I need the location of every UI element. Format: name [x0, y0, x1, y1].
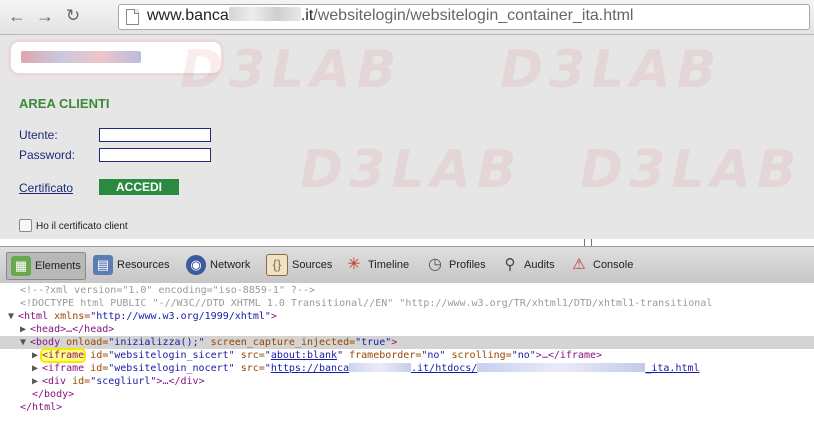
- head-node-line[interactable]: ▶ <head>…</head>: [20, 323, 114, 336]
- page-icon: [126, 9, 139, 25]
- console-icon: ⚠: [572, 256, 586, 273]
- tab-console[interactable]: ⚠ Console: [565, 252, 637, 278]
- client-cert-label: Ho il certificato client: [36, 221, 128, 232]
- profiles-icon: ◷: [428, 256, 442, 273]
- password-label: Password:: [19, 148, 76, 162]
- about-blank-link: about:blank: [270, 350, 338, 361]
- resources-icon: ▤: [93, 255, 113, 275]
- tab-resources[interactable]: ▤ Resources: [89, 252, 174, 278]
- expand-triangle-icon[interactable]: ▶: [32, 375, 42, 388]
- network-icon: ◉: [186, 255, 206, 275]
- client-cert-checkbox[interactable]: [19, 219, 32, 232]
- sources-icon: {}: [266, 254, 288, 276]
- login-button[interactable]: ACCEDI: [99, 179, 179, 195]
- html-close-line[interactable]: </html>: [20, 401, 62, 414]
- xml-comment-line[interactable]: <!--?xml version="1.0" encoding="iso-885…: [20, 284, 315, 297]
- page-title: AREA CLIENTI: [19, 96, 110, 111]
- elements-icon: ▦: [11, 256, 31, 276]
- tab-audits[interactable]: ⚲ Audits: [496, 252, 559, 278]
- back-arrow-icon[interactable]: ←: [6, 5, 28, 27]
- devtools-toolbar: ▦ Elements ▤ Resources ◉ Network {} Sour…: [0, 246, 814, 284]
- tab-timeline[interactable]: ✳ Timeline: [340, 252, 413, 278]
- address-bar[interactable]: www.banca .it/websitelogin/websitelogin_c…: [118, 4, 810, 30]
- html-node-line[interactable]: ▼ <html xmlns="http://www.w3.org/1999/xht…: [8, 310, 277, 323]
- expand-triangle-icon[interactable]: ▶: [32, 362, 42, 375]
- tab-sources[interactable]: {} Sources: [262, 252, 336, 278]
- iframe-sicert-line[interactable]: ▶ <iframe id="websitelogin_sicert" src="a…: [32, 349, 602, 362]
- tab-profiles[interactable]: ◷ Profiles: [421, 252, 490, 278]
- username-label: Utente:: [19, 128, 58, 142]
- expand-triangle-icon[interactable]: ▶: [20, 323, 30, 336]
- highlighted-iframe-tag: <iframe: [42, 350, 85, 361]
- bank-logo: [10, 41, 222, 74]
- certificate-link[interactable]: Certificato: [19, 181, 73, 195]
- elements-panel: <!--?xml version="1.0" encoding="iso-885…: [0, 283, 814, 429]
- redacted-domain: [228, 7, 301, 21]
- page-content: AREA CLIENTI Utente: Password: Certifica…: [0, 35, 814, 239]
- devtools-resize-handle[interactable]: [584, 239, 592, 246]
- body-close-line[interactable]: </body>: [32, 388, 74, 401]
- audits-icon: ⚲: [504, 256, 516, 273]
- collapse-triangle-icon[interactable]: ▼: [8, 310, 18, 323]
- reload-icon[interactable]: ↻: [62, 5, 84, 27]
- timeline-icon: ✳: [347, 256, 361, 273]
- iframe-nocert-line[interactable]: ▶ <iframe id="websitelogin_nocert" src="h…: [32, 362, 700, 375]
- body-node-line[interactable]: ▼ <body onload="inizializza();" screen_ca…: [20, 336, 397, 349]
- username-input[interactable]: [99, 128, 211, 142]
- div-scegliurl-line[interactable]: ▶ <div id="scegliurl">…</div>: [32, 375, 205, 388]
- forward-arrow-icon[interactable]: →: [34, 5, 56, 27]
- nocert-src-link[interactable]: https://banca .it/htdocs/_ita.html: [271, 363, 700, 374]
- browser-toolbar: ← → ↻ www.banca .it/websitelogin/websitel…: [0, 0, 814, 35]
- tab-network[interactable]: ◉ Network: [182, 252, 254, 278]
- redacted-logo: [21, 51, 141, 63]
- tab-elements[interactable]: ▦ Elements: [6, 252, 86, 280]
- password-input[interactable]: [99, 148, 211, 162]
- doctype-line[interactable]: <!DOCTYPE html PUBLIC "-//W3C//DTD XHTML…: [20, 297, 712, 310]
- collapse-triangle-icon[interactable]: ▼: [20, 336, 30, 349]
- expand-triangle-icon[interactable]: ▶: [32, 349, 42, 362]
- url-text[interactable]: www.banca .it/websitelogin/websitelogin_c…: [147, 7, 633, 25]
